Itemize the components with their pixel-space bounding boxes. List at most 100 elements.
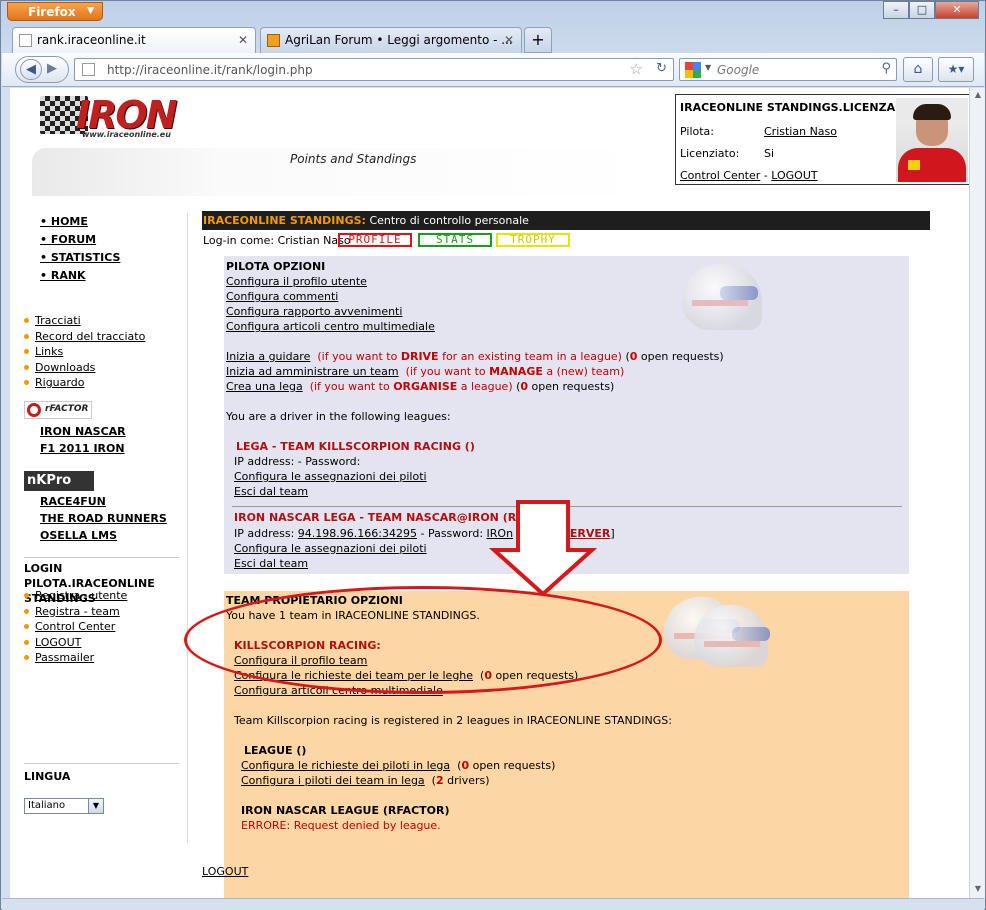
ip-label: IP address: bbox=[234, 527, 298, 540]
annotation-arrow bbox=[488, 500, 598, 596]
link-registra-team[interactable]: Registra - team bbox=[35, 605, 120, 618]
bookmark-star-icon[interactable]: ☆ bbox=[630, 60, 643, 78]
tab-label: rank.iraceonline.it bbox=[37, 33, 146, 47]
chevron-down-icon[interactable]: ▼ bbox=[88, 799, 103, 813]
league-road-runners[interactable]: THE ROAD RUNNERS bbox=[40, 510, 167, 527]
link-richieste-piloti[interactable]: Configura le richieste dei piloti in leg… bbox=[241, 759, 450, 772]
license-title: IRACEONLINE STANDINGS.LICENZA bbox=[680, 101, 896, 114]
profile-button[interactable]: PROFILE bbox=[338, 233, 412, 247]
pilota-label: Pilota: bbox=[680, 125, 714, 138]
league2-assign-link[interactable]: Configura le assegnazioni dei piloti bbox=[234, 542, 427, 555]
link-passmailer[interactable]: Passmailer bbox=[35, 651, 94, 664]
link-links[interactable]: Links bbox=[35, 345, 63, 358]
league-a-title: LEAGUE () bbox=[244, 744, 307, 757]
scroll-up-icon[interactable]: ▲ bbox=[972, 90, 984, 102]
nkpro-leagues: RACE4FUN THE ROAD RUNNERS OSELLA LMS bbox=[40, 493, 167, 544]
nkpro-logo-text: nKPro bbox=[27, 473, 72, 488]
league1-exit-link[interactable]: Esci dal team bbox=[234, 485, 308, 498]
link-record[interactable]: Record del tracciato bbox=[35, 330, 145, 343]
firefox-menu-button[interactable]: Firefox ▼ bbox=[7, 2, 103, 21]
league-f1-2011[interactable]: F1 2011 IRON bbox=[40, 440, 126, 457]
forward-arrow-icon[interactable]: ▶ bbox=[47, 61, 57, 76]
link-amministrare-team[interactable]: Inizia ad amministrare un team bbox=[226, 365, 399, 378]
link-logout[interactable]: LOGOUT bbox=[35, 636, 81, 649]
list-item: Registra - utente bbox=[24, 588, 127, 604]
tab-rank[interactable]: rank.iraceonline.it ✕ bbox=[12, 27, 256, 53]
menu-rank[interactable]: • RANK bbox=[40, 267, 120, 285]
title-bar: IRACEONLINE STANDINGS: Centro di control… bbox=[202, 211, 930, 230]
league2-exit-link[interactable]: Esci dal team bbox=[234, 557, 308, 570]
chevron-down-icon: ▼ bbox=[87, 6, 94, 16]
close-tab-icon[interactable]: ✕ bbox=[238, 33, 248, 47]
link-profilo-utente[interactable]: Configura il profilo utente bbox=[226, 275, 367, 288]
link-tracciati[interactable]: Tracciati bbox=[35, 314, 81, 327]
bar-title: IRACEONLINE STANDINGS: bbox=[203, 214, 366, 227]
status-bar bbox=[2, 898, 984, 910]
browser-window: Firefox ▼ – □ ✕ rank.iraceonline.it ✕ Agr… bbox=[0, 0, 986, 910]
league-a-drivers-tail: drivers) bbox=[443, 774, 490, 787]
firefox-menu-label: Firefox bbox=[28, 5, 76, 19]
rfactor-logo-text: rFACTOR bbox=[45, 404, 89, 414]
link-control-center[interactable]: Control Center bbox=[35, 620, 115, 633]
menu-home[interactable]: • HOME bbox=[40, 213, 120, 231]
link-commenti[interactable]: Configura commenti bbox=[226, 290, 338, 303]
bookmarks-menu-icon[interactable]: ★▾ bbox=[938, 57, 974, 82]
link-registra-utente[interactable]: Registra - utente bbox=[35, 589, 127, 602]
chevron-down-icon[interactable]: ▼ bbox=[705, 63, 711, 72]
rfactor-leagues: IRON NASCAR F1 2011 IRON bbox=[40, 423, 126, 457]
league1-assign-link[interactable]: Configura le assegnazioni dei piloti bbox=[234, 470, 427, 483]
bullet-icon bbox=[24, 593, 29, 598]
ip-value[interactable]: 94.198.96.166:34295 bbox=[298, 527, 417, 540]
login-links: Registra - utente Registra - team Contro… bbox=[24, 588, 127, 666]
link-inizia-guidare[interactable]: Inizia a guidare bbox=[226, 350, 310, 363]
url-text[interactable]: http://iraceonline.it/rank/login.php bbox=[107, 63, 313, 77]
link-piloti-team[interactable]: Configura i piloti dei team in lega bbox=[241, 774, 425, 787]
link-riguardo[interactable]: Riguardo bbox=[35, 376, 84, 389]
main-menu: • HOME • FORUM • STATISTICS • RANK bbox=[40, 213, 120, 285]
logout-link[interactable]: LOGOUT bbox=[771, 169, 817, 182]
link-rapporto[interactable]: Configura rapporto avvenimenti bbox=[226, 305, 402, 318]
navigation-toolbar: ◀ ▶ http://iraceonline.it/rank/login.php… bbox=[2, 53, 984, 87]
language-select[interactable]: Italiano ▼ bbox=[24, 798, 104, 814]
reload-icon[interactable]: ↻ bbox=[656, 61, 667, 76]
league-a-row1: Configura le richieste dei piloti in leg… bbox=[241, 759, 556, 772]
link-downloads[interactable]: Downloads bbox=[35, 361, 95, 374]
vertical-scrollbar[interactable]: ▲ ▼ bbox=[969, 88, 985, 898]
search-bar[interactable]: ▼ Google ⚲ bbox=[679, 58, 897, 81]
tab-agrilan[interactable]: AgriLan Forum • Leggi argomento - ... ✕ bbox=[260, 27, 522, 53]
pilota-link[interactable]: Cristian Naso bbox=[764, 125, 837, 138]
search-icon[interactable]: ⚲ bbox=[881, 61, 891, 76]
bottom-logout-link[interactable]: LOGOUT bbox=[202, 865, 248, 878]
minimize-icon[interactable]: – bbox=[883, 1, 909, 19]
url-bar[interactable]: http://iraceonline.it/rank/login.php ☆ ↻ bbox=[74, 58, 674, 81]
drive-hint: (if you want to bbox=[317, 350, 401, 363]
league-osella[interactable]: OSELLA LMS bbox=[40, 527, 167, 544]
home-icon[interactable]: ⌂ bbox=[903, 57, 933, 82]
licenziato-label: Licenziato: bbox=[680, 147, 740, 160]
close-window-icon[interactable]: ✕ bbox=[935, 1, 979, 19]
organise-hint-end: a league) bbox=[457, 380, 513, 393]
link-articoli[interactable]: Configura articoli centro multimediale bbox=[226, 320, 435, 333]
league-a-drivers-count: 2 bbox=[435, 774, 444, 787]
trophy-button[interactable]: TROPHY bbox=[496, 233, 570, 247]
control-center-link[interactable]: Control Center bbox=[680, 169, 760, 182]
back-arrow-icon[interactable]: ◀ bbox=[20, 59, 42, 80]
maximize-icon[interactable]: □ bbox=[909, 1, 935, 19]
menu-statistics[interactable]: • STATISTICS bbox=[40, 249, 120, 267]
sidebar: • HOME • FORUM • STATISTICS • RANK Tracc… bbox=[20, 213, 188, 843]
pw-label: - Password: bbox=[416, 527, 487, 540]
close-tab-icon[interactable]: ✕ bbox=[504, 33, 514, 47]
link-crea-lega[interactable]: Crea una lega bbox=[226, 380, 303, 393]
league-iron-nascar[interactable]: IRON NASCAR bbox=[40, 423, 126, 440]
google-icon[interactable] bbox=[685, 62, 701, 78]
new-tab-button[interactable]: + bbox=[524, 27, 552, 53]
stats-button[interactable]: STATS bbox=[418, 233, 492, 247]
menu-forum[interactable]: • FORUM bbox=[40, 231, 120, 249]
search-input[interactable]: Google bbox=[717, 63, 759, 77]
scroll-down-icon[interactable]: ▼ bbox=[972, 884, 984, 896]
manage-word: MANAGE bbox=[489, 365, 543, 378]
logged-in-as: Log-in come: Cristian Naso bbox=[203, 234, 351, 247]
league-b-error: ERRORE: Request denied by league. bbox=[241, 819, 441, 832]
league-race4fun[interactable]: RACE4FUN bbox=[40, 493, 167, 510]
drive-tail: open requests) bbox=[637, 350, 724, 363]
